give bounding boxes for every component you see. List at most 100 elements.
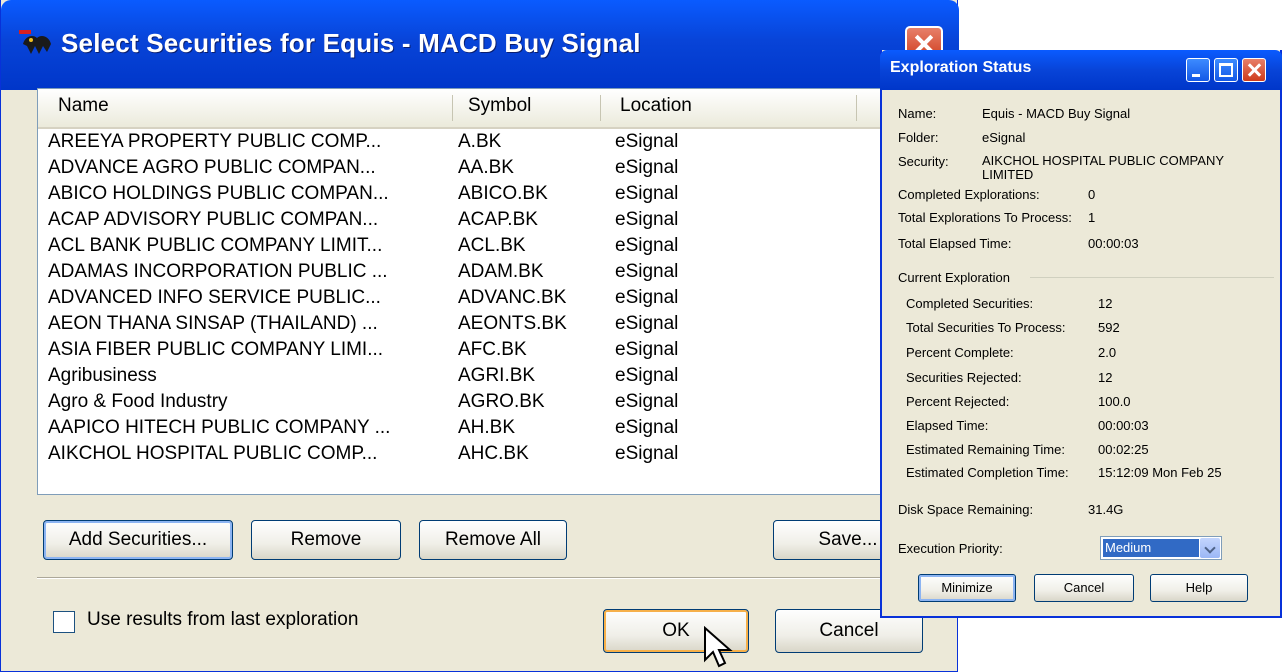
total-explorations-label: Total Explorations To Process: [898,210,1072,225]
list-item[interactable]: Agro & Food Industry AGRO.BK eSignal [38,391,898,418]
list-item[interactable]: Agribusiness AGRI.BK eSignal [38,365,898,392]
total-elapsed-label: Total Elapsed Time: [898,236,1012,251]
app-icon [19,30,51,54]
list-item[interactable]: AREEYA PROPERTY PUBLIC COMP... A.BK eSigna… [38,131,898,158]
status-title-bar[interactable]: Exploration Status [880,50,1282,90]
total-securities-label: Total Securities To Process: [906,320,1066,335]
row-location: eSignal [615,339,679,360]
row-symbol: AA.BK [458,157,514,178]
list-item[interactable]: ADVANCED INFO SERVICE PUBLIC... ADVANC.BK… [38,287,898,314]
column-divider[interactable] [452,95,453,121]
row-name: AEON THANA SINSAP (THAILAND) ... [48,313,378,334]
row-name: ACAP ADVISORY PUBLIC COMPAN... [48,209,379,230]
list-item[interactable]: ADVANCE AGRO PUBLIC COMPAN... AA.BK eSigna… [38,157,898,184]
list-item[interactable]: ASIA FIBER PUBLIC COMPANY LIMI... AFC.BK e… [38,339,898,366]
list-header: Name Symbol Location [38,89,898,129]
add-securities-button[interactable]: Add Securities... [43,520,233,560]
use-results-label[interactable]: Use results from last exploration [87,609,358,631]
total-securities-value: 592 [1098,320,1120,335]
row-name: ASIA FIBER PUBLIC COMPANY LIMI... [48,339,384,360]
row-location: eSignal [615,157,679,178]
list-item[interactable]: ABICO HOLDINGS PUBLIC COMPAN... ABICO.BK e… [38,183,898,210]
remove-button[interactable]: Remove [251,520,401,560]
mouse-pointer-icon [704,626,733,668]
column-header-location[interactable]: Location [620,95,692,117]
row-name: ADVANCE AGRO PUBLIC COMPAN... [48,157,376,178]
row-location: eSignal [615,365,679,386]
list-item[interactable]: AIKCHOL HOSPITAL PUBLIC COMP... AHC.BK eSi… [38,443,898,470]
row-symbol: ADAM.BK [458,261,544,282]
group-divider [1030,277,1274,278]
list-item[interactable]: ACL BANK PUBLIC COMPANY LIMIT... ACL.BK eS… [38,235,898,262]
row-location: eSignal [615,287,679,308]
execution-priority-select[interactable]: Medium [1100,536,1222,560]
completed-securities-label: Completed Securities: [906,296,1034,311]
row-name: Agribusiness [48,365,157,386]
row-location: eSignal [615,261,679,282]
percent-rejected-label: Percent Rejected: [906,394,1010,409]
row-symbol: ACL.BK [458,235,526,256]
elapsed-time-label: Elapsed Time: [906,418,989,433]
security-value: AIKCHOL HOSPITAL PUBLIC COMPANY LIMITED [982,153,1224,182]
minimize-button[interactable]: Minimize [918,574,1016,602]
total-elapsed-value: 00:00:03 [1088,236,1139,251]
column-divider[interactable] [856,95,857,121]
completed-securities-value: 12 [1098,296,1113,311]
securities-rejected-label: Securities Rejected: [906,370,1022,385]
row-location: eSignal [615,235,679,256]
minimize-icon[interactable] [1186,58,1210,82]
current-exploration-group-label: Current Exploration [898,270,1010,285]
close-icon[interactable] [1242,58,1266,82]
disk-space-value: 31.4G [1088,502,1124,517]
row-name: Agro & Food Industry [48,391,228,412]
column-header-symbol[interactable]: Symbol [468,95,531,117]
row-symbol: AEONTS.BK [458,313,567,334]
percent-rejected-value: 100.0 [1098,394,1131,409]
list-item[interactable]: AAPICO HITECH PUBLIC COMPANY ... AH.BK eSi… [38,417,898,444]
status-window-title: Exploration Status [890,59,1032,76]
list-item[interactable]: AEON THANA SINSAP (THAILAND) ... AEONTS.B… [38,313,898,340]
disk-space-label: Disk Space Remaining: [898,502,1034,517]
execution-priority-label: Execution Priority: [898,541,1003,556]
row-location: eSignal [615,391,679,412]
list-item[interactable]: ACAP ADVISORY PUBLIC COMPAN... ACAP.BK eSi… [38,209,898,236]
row-location: eSignal [615,417,679,438]
dialog-title-bar[interactable]: Select Securities for Equis - MACD Buy S… [1,0,959,90]
use-results-checkbox[interactable] [53,611,75,633]
completion-time-label: Estimated Completion Time: [906,465,1069,480]
column-header-name[interactable]: Name [58,95,109,117]
completed-explorations-label: Completed Explorations: [898,187,1040,202]
chevron-down-icon[interactable] [1200,538,1220,558]
row-symbol: ACAP.BK [458,209,538,230]
securities-rejected-value: 12 [1098,370,1113,385]
list-item[interactable]: ADAMAS INCORPORATION PUBLIC ... ADAM.BK eS… [38,261,898,288]
exploration-status-window: Exploration Status Name: Equis - MACD Bu… [880,50,1282,618]
name-value: Equis - MACD Buy Signal [982,106,1131,121]
status-cancel-button[interactable]: Cancel [1034,574,1134,602]
securities-list[interactable]: Name Symbol Location AREEYA PROPERTY PUB… [37,88,899,495]
column-divider[interactable] [600,95,601,121]
row-symbol: AH.BK [458,417,516,438]
row-symbol: ADVANC.BK [458,287,567,308]
folder-value: eSignal [982,130,1026,145]
row-location: eSignal [615,183,679,204]
row-name: ABICO HOLDINGS PUBLIC COMPAN... [48,183,389,204]
remove-all-button[interactable]: Remove All [419,520,567,560]
dialog-divider [37,577,927,579]
row-location: eSignal [615,443,679,464]
total-explorations-value: 1 [1088,210,1096,225]
folder-label: Folder: [898,130,939,145]
percent-complete-value: 2.0 [1098,345,1117,360]
row-symbol: A.BK [458,131,502,152]
row-location: eSignal [615,209,679,230]
row-name: ADAMAS INCORPORATION PUBLIC ... [48,261,388,282]
execution-priority-value: Medium [1103,539,1199,557]
help-button[interactable]: Help [1150,574,1248,602]
row-name: AAPICO HITECH PUBLIC COMPANY ... [48,417,391,438]
row-symbol: AGRO.BK [458,391,545,412]
percent-complete-label: Percent Complete: [906,345,1014,360]
maximize-icon[interactable] [1214,58,1238,82]
dialog-title: Select Securities for Equis - MACD Buy S… [61,28,641,58]
row-symbol: AHC.BK [458,443,529,464]
remaining-time-label: Estimated Remaining Time: [906,442,1065,457]
